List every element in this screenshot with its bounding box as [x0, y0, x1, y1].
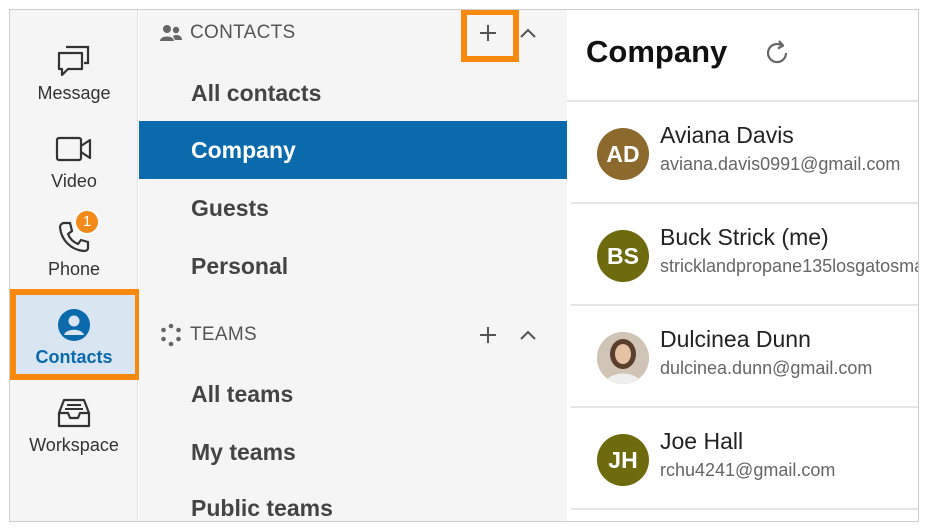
contact-row[interactable]: BS Buck Strick (me) stricklandpropane135… [571, 206, 918, 306]
nav-public-teams[interactable]: Public teams [139, 479, 567, 521]
teams-dots-icon [159, 323, 183, 347]
collapse-contacts-button[interactable] [513, 18, 543, 48]
avatar-photo [597, 332, 649, 384]
nav-contacts[interactable]: Contacts [10, 294, 138, 378]
chevron-up-icon [520, 330, 536, 340]
add-contact-button[interactable] [473, 18, 503, 48]
contact-list-panel: Company AD Aviana Davis aviana.davis0991… [567, 10, 918, 521]
contact-name: Dulcinea Dunn [660, 326, 811, 352]
nav-all-teams[interactable]: All teams [139, 365, 567, 423]
nav-phone-label: Phone [47, 258, 101, 279]
people-group-icon [159, 21, 183, 45]
app-window: Message Video 1 Phone Contacts Workspace… [9, 9, 919, 522]
contact-row[interactable]: JH Joe Hall rchu4241@gmail.com [571, 410, 918, 510]
contact-name: Aviana Davis [660, 122, 794, 148]
phone-icon: 1 [54, 208, 100, 257]
left-nav-rail: Message Video 1 Phone Contacts Workspace [10, 10, 141, 521]
contacts-section-header: CONTACTS [139, 10, 567, 62]
add-team-button[interactable] [473, 320, 503, 350]
refresh-icon [766, 40, 788, 64]
nav-all-contacts[interactable]: All contacts [139, 64, 567, 122]
message-icon [54, 41, 94, 81]
nav-contacts-label: Contacts [35, 346, 113, 367]
plus-icon [480, 327, 496, 343]
nav-phone[interactable]: 1 Phone [10, 206, 138, 290]
chevron-up-icon [520, 28, 536, 38]
avatar: AD [597, 128, 649, 180]
teams-section-title: TEAMS [190, 324, 257, 345]
nav-guests[interactable]: Guests [139, 179, 567, 237]
contacts-nav-panel: CONTACTS All contacts Company Guests Per… [139, 10, 567, 521]
phone-notification-badge: 1 [74, 208, 100, 235]
avatar: BS [597, 230, 649, 282]
plus-icon [480, 25, 496, 41]
contact-name: Buck Strick (me) [660, 224, 829, 250]
contact-row[interactable]: Dulcinea Dunn dulcinea.dunn@gmail.com [571, 308, 918, 408]
contact-email: stricklandpropane135losgatosmail.com [660, 256, 918, 276]
nav-message-label: Message [37, 82, 111, 103]
contact-email: aviana.davis0991@gmail.com [660, 154, 901, 174]
teams-section-header: TEAMS [139, 312, 567, 358]
refresh-button[interactable] [761, 37, 793, 69]
avatar: JH [597, 434, 649, 486]
nav-video[interactable]: Video [10, 118, 138, 202]
nav-message[interactable]: Message [10, 30, 138, 114]
contact-row[interactable]: AD Aviana Davis aviana.davis0991@gmail.c… [571, 104, 918, 204]
contacts-person-icon [54, 305, 94, 345]
nav-video-label: Video [51, 170, 97, 191]
contact-name: Joe Hall [660, 428, 744, 454]
contact-list-header: Company [567, 10, 918, 102]
contact-email: rchu4241@gmail.com [660, 460, 836, 480]
page-title: Company [586, 34, 728, 69]
nav-personal[interactable]: Personal [139, 237, 567, 295]
contact-email: dulcinea.dunn@gmail.com [660, 358, 873, 378]
nav-workspace[interactable]: Workspace [10, 382, 138, 466]
contacts-section-title: CONTACTS [190, 22, 296, 43]
nav-company[interactable]: Company [139, 121, 567, 179]
nav-workspace-label: Workspace [29, 434, 119, 455]
inbox-tray-icon [54, 393, 94, 433]
person-photo-icon [597, 332, 649, 384]
video-camera-icon [54, 129, 94, 169]
collapse-teams-button[interactable] [513, 320, 543, 350]
nav-my-teams[interactable]: My teams [139, 423, 567, 481]
